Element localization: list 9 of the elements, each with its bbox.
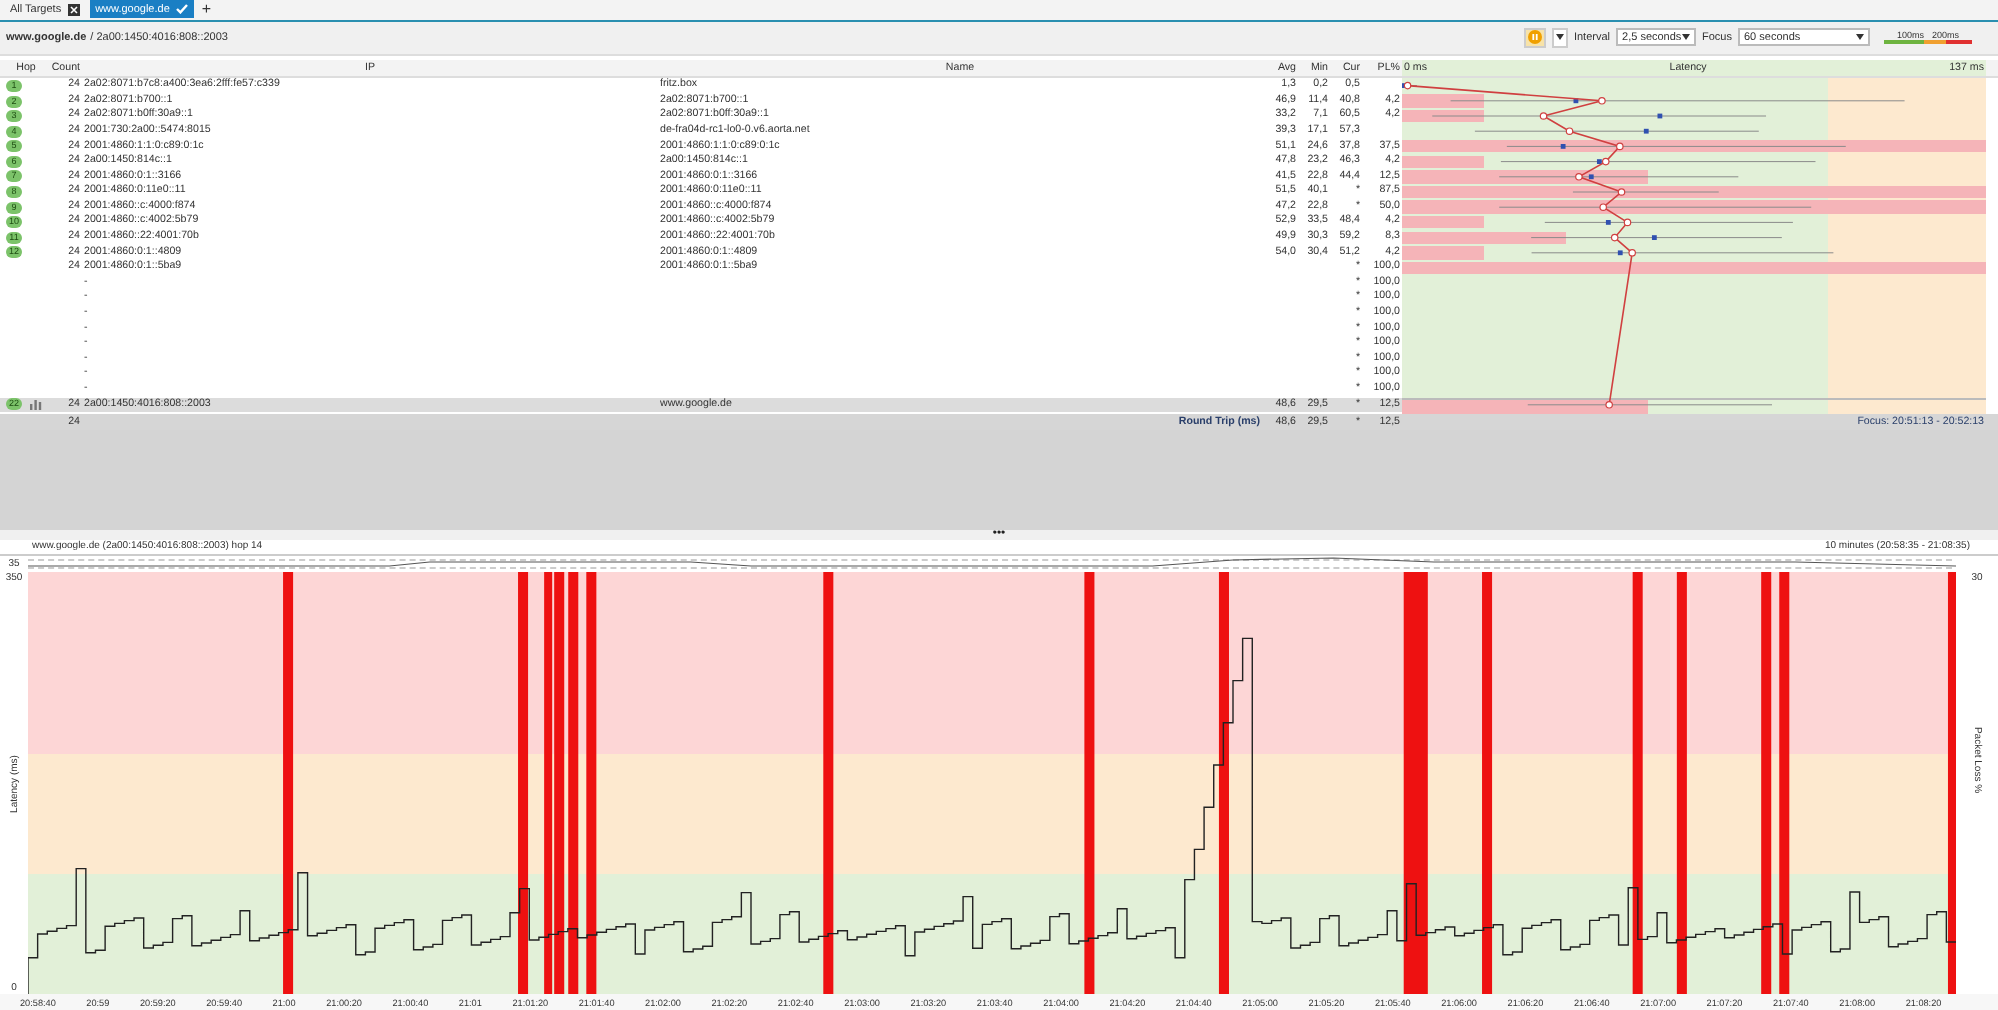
new-tab-button[interactable]: + xyxy=(197,1,216,18)
latency-scale-bar xyxy=(1884,40,1972,45)
caret-icon xyxy=(1856,34,1864,41)
pause-icon xyxy=(1527,30,1542,45)
caret-icon xyxy=(1555,34,1564,41)
dropdown-button[interactable] xyxy=(1551,27,1568,48)
caret-icon xyxy=(1682,34,1691,41)
close-icon[interactable] xyxy=(67,3,80,16)
check-icon xyxy=(175,4,188,15)
